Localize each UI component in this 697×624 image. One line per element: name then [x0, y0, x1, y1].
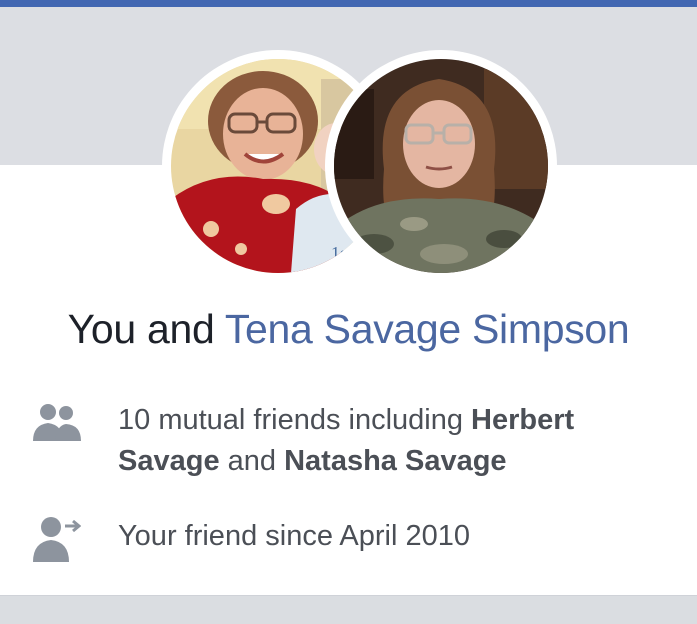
profile-photo-friend — [334, 59, 548, 273]
friends-icon — [33, 403, 81, 448]
bottom-divider — [0, 595, 697, 624]
headline-prefix: You and — [67, 306, 215, 352]
mutual-friend-2[interactable]: Natasha Savage — [284, 445, 506, 477]
page-title: You and Tena Savage Simpson — [0, 306, 697, 353]
mutual-friends-text: 10 mutual friends including Herbert Sava… — [118, 400, 678, 482]
mutual-friends-joiner: and — [227, 445, 277, 477]
friend-name-link[interactable]: Tena Savage Simpson — [225, 306, 630, 352]
top-accent-bar — [0, 0, 697, 7]
mutual-friends-prefix: 10 mutual friends including — [118, 404, 463, 436]
friend-since-icon — [33, 516, 82, 567]
friend-since-text: Your friend since April 2010 — [118, 520, 470, 552]
avatar-friend[interactable] — [325, 50, 557, 282]
